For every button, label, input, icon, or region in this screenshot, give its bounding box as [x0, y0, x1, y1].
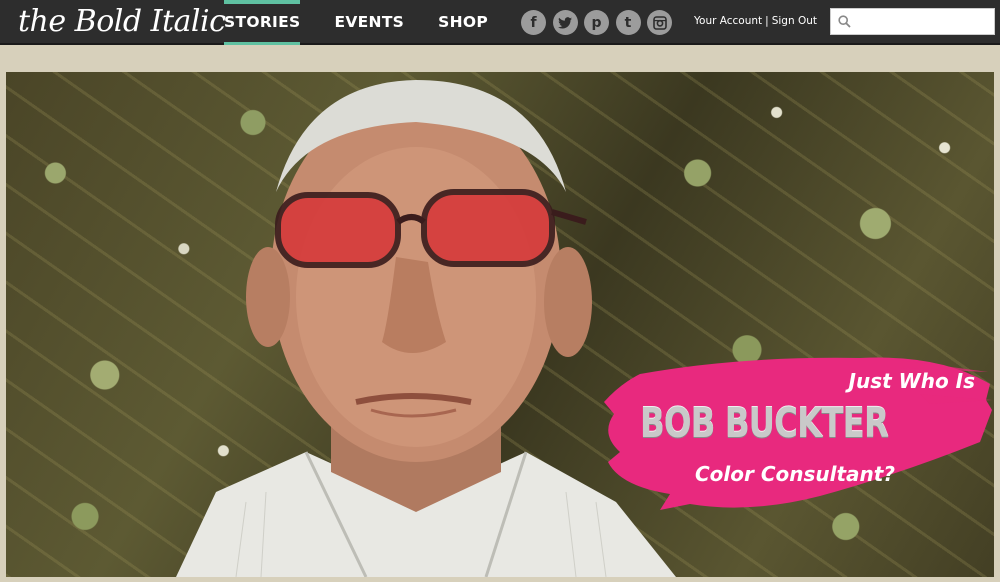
pinterest-glyph: p	[591, 14, 602, 31]
facebook-icon[interactable]: f	[521, 10, 546, 35]
main-nav: STORIES EVENTS SHOP	[224, 0, 522, 45]
hero-feature[interactable]	[6, 72, 994, 577]
hero-headline-line3[interactable]: Color Consultant?	[695, 460, 935, 488]
twitter-bird-shape	[558, 16, 572, 28]
search-input[interactable]	[857, 10, 987, 33]
search-icon[interactable]	[831, 9, 857, 34]
twitter-icon[interactable]	[552, 10, 578, 35]
facebook-glyph: f	[530, 14, 537, 31]
account-links: Your Account | Sign Out	[694, 13, 817, 29]
instagram-icon[interactable]	[647, 10, 672, 35]
nav-item-shop[interactable]: SHOP	[438, 0, 488, 45]
top-navigation-bar: the Bold Italic STORIES EVENTS SHOP f p …	[0, 0, 1000, 45]
sign-out-link[interactable]: Sign Out	[772, 13, 817, 29]
nav-item-stories[interactable]: STORIES	[224, 0, 301, 45]
your-account-link[interactable]: Your Account	[694, 13, 762, 29]
tumblr-icon[interactable]: t	[615, 10, 641, 35]
search-box	[830, 8, 995, 35]
hero-portrait	[176, 80, 676, 577]
tumblr-glyph: t	[624, 14, 632, 31]
pinterest-icon[interactable]: p	[584, 10, 609, 35]
social-links: f p t	[521, 10, 679, 35]
nav-item-events[interactable]: EVENTS	[334, 0, 404, 45]
instagram-camera-shape	[652, 15, 667, 30]
hero-headline-name[interactable]: BOB BUCKTER	[640, 400, 889, 446]
hero-headline-line1[interactable]: Just Who Is	[775, 368, 975, 394]
account-separator: |	[765, 15, 769, 27]
site-logo[interactable]: the Bold Italic	[18, 2, 226, 42]
